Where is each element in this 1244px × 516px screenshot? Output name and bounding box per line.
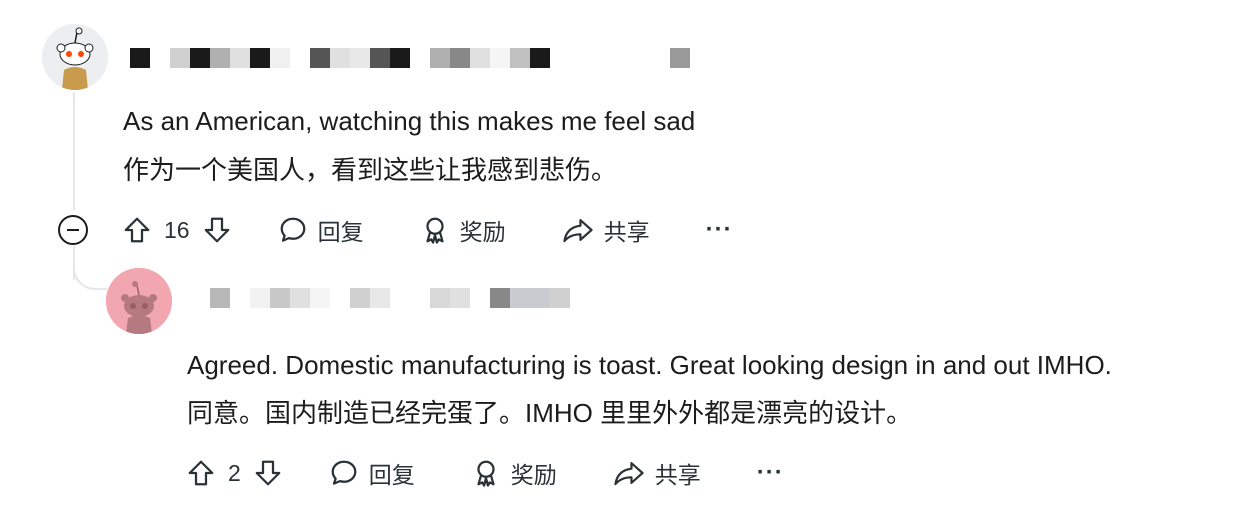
award-button[interactable]: 奖励 <box>420 213 506 247</box>
vote-count: 2 <box>228 459 241 486</box>
more-options-button[interactable]: ··· <box>706 216 733 244</box>
collapse-button[interactable] <box>58 215 88 245</box>
thread-line <box>73 92 75 210</box>
reply-button[interactable]: 回复 <box>329 456 415 490</box>
arrow-up-icon <box>124 217 150 243</box>
arrow-up-icon <box>188 460 214 486</box>
comment-actions: 16 回复 奖励 共享 ··· <box>122 210 733 250</box>
share-label: 共享 <box>603 219 650 245</box>
comment-body-zh: 作为一个美国人，看到这些让我感到悲伤。 <box>123 155 618 185</box>
minus-circle-icon <box>67 229 79 231</box>
award-ribbon-icon <box>477 460 495 487</box>
share-button[interactable]: 共享 <box>613 456 701 490</box>
arrow-down-icon <box>204 217 229 243</box>
share-arrow-icon <box>614 462 644 486</box>
arrow-down-icon <box>255 460 281 486</box>
comment-body-zh: 同意。国内制造已经完蛋了。IMHO 里里外外都是漂亮的设计。 <box>187 398 913 428</box>
more-options-button[interactable]: ··· <box>757 459 784 487</box>
username-redacted[interactable] <box>130 47 690 69</box>
comment-actions: 2 回复 奖励 共享 ··· <box>186 453 784 493</box>
avatar[interactable] <box>42 24 108 90</box>
reply-label: 回复 <box>317 219 364 245</box>
downvote-button[interactable] <box>253 458 283 488</box>
reply-label: 回复 <box>368 462 415 488</box>
award-button[interactable]: 奖励 <box>471 456 557 490</box>
speech-bubble-icon <box>280 217 305 242</box>
vote-count: 16 <box>164 216 190 243</box>
comment-body-en: As an American, watching this makes me f… <box>123 106 696 136</box>
downvote-button[interactable] <box>202 215 232 245</box>
avatar[interactable] <box>106 268 172 334</box>
upvote-button[interactable] <box>186 458 216 488</box>
award-ribbon-icon <box>425 217 444 244</box>
username-redacted[interactable] <box>210 287 570 309</box>
award-label: 奖励 <box>459 219 506 245</box>
reply-button[interactable]: 回复 <box>278 213 364 247</box>
award-label: 奖励 <box>510 462 557 488</box>
share-button[interactable]: 共享 <box>562 213 650 247</box>
thread-connector <box>73 262 107 290</box>
comment-body-en: Agreed. Domestic manufacturing is toast.… <box>187 350 1112 380</box>
snoo-avatar-icon <box>106 268 172 334</box>
speech-bubble-icon <box>331 460 357 485</box>
share-label: 共享 <box>654 462 701 488</box>
share-arrow-icon <box>562 219 593 243</box>
snoo-avatar-icon <box>42 24 108 90</box>
upvote-button[interactable] <box>122 215 152 245</box>
